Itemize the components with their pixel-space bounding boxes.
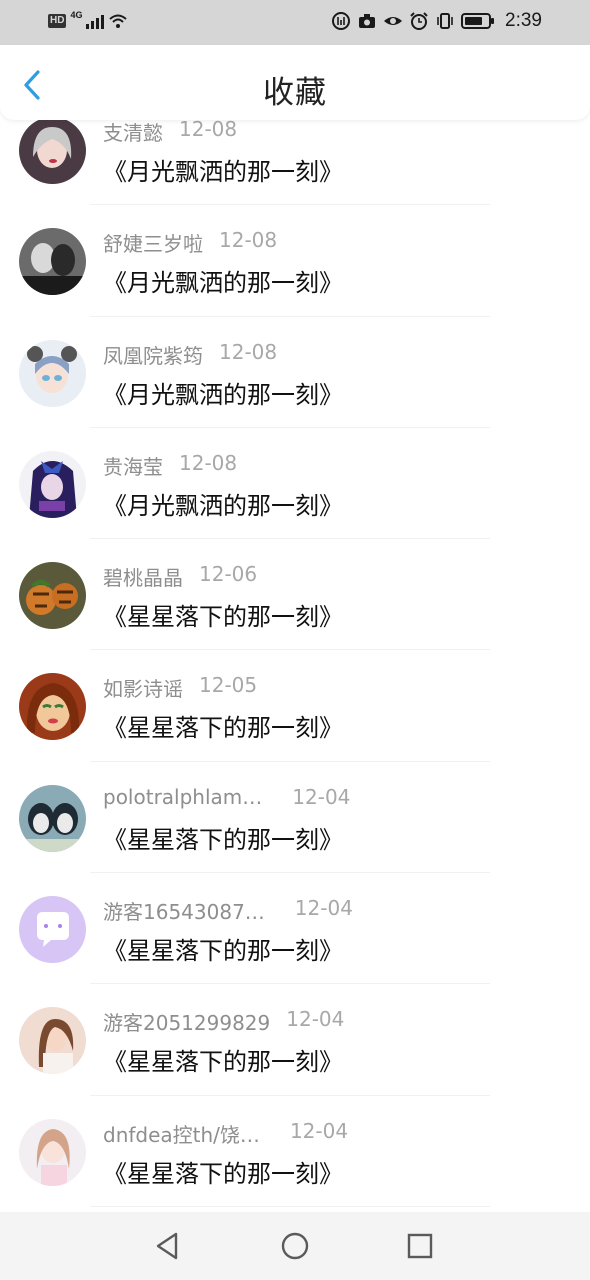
user-name[interactable]: 碧桃晶晶 bbox=[103, 562, 183, 591]
item-date: 12-08 bbox=[179, 117, 238, 141]
work-title[interactable]: 《星星落下的那一刻》 bbox=[103, 1042, 343, 1077]
item-meta: 如影诗谣 12-05 bbox=[103, 673, 257, 701]
user-name[interactable]: dnfdea控th/饶… bbox=[103, 1119, 260, 1148]
data-saver-icon bbox=[332, 12, 351, 30]
avatar[interactable] bbox=[19, 562, 86, 630]
list-item[interactable]: 贵海莹 12-08 《月光飘洒的那一刻》 bbox=[0, 428, 590, 540]
work-title[interactable]: 《星星落下的那一刻》 bbox=[103, 1154, 343, 1189]
hd-badge: HD bbox=[48, 14, 67, 28]
list-item[interactable]: 凤凰院紫筠 12-08 《月光飘洒的那一刻》 bbox=[0, 317, 590, 428]
alarm-icon bbox=[410, 12, 428, 30]
avatar[interactable] bbox=[19, 1118, 86, 1186]
item-date: 12-08 bbox=[219, 228, 278, 253]
user-name[interactable]: 游客2051299829 bbox=[103, 1007, 270, 1036]
work-title[interactable]: 《月光飘洒的那一刻》 bbox=[103, 152, 343, 187]
avatar[interactable] bbox=[19, 339, 86, 407]
work-title[interactable]: 《月光飘洒的那一刻》 bbox=[103, 375, 343, 410]
user-name[interactable]: 贵海莹 bbox=[103, 451, 163, 480]
work-title[interactable]: 《月光飘洒的那一刻》 bbox=[103, 263, 343, 298]
list-item[interactable]: dnfdea控th/饶… 12-04 《星星落下的那一刻》 bbox=[0, 1096, 590, 1207]
work-title[interactable]: 《星星落下的那一刻》 bbox=[103, 708, 343, 743]
status-bar: HD 4G 2:39 bbox=[0, 0, 590, 45]
item-date: 12-04 bbox=[289, 1118, 349, 1143]
avatar[interactable] bbox=[19, 1007, 86, 1075]
list-item[interactable]: 游客16543087… 12-04 《星星落下的那一刻》 bbox=[0, 873, 590, 985]
favorites-list: 支清懿 12-08 《月光飘洒的那一刻》 舒婕三岁啦 12-08 《月光飘洒的那一刻… bbox=[0, 94, 590, 1207]
item-date: 12-04 bbox=[286, 1007, 345, 1032]
work-title[interactable]: 《星星落下的那一刻》 bbox=[103, 931, 343, 966]
user-name[interactable]: 凤凰院紫筠 bbox=[103, 340, 203, 369]
system-nav-bar bbox=[0, 1212, 590, 1280]
item-meta: 凤凰院紫筠 12-08 bbox=[103, 340, 277, 368]
item-meta: 游客2051299829 12-04 bbox=[103, 1007, 344, 1035]
camera-icon bbox=[359, 14, 376, 28]
home-circle-icon[interactable] bbox=[279, 1230, 311, 1262]
item-meta: 碧桃晶晶 12-06 bbox=[103, 562, 257, 590]
item-meta: polotralphlam… 12-04 bbox=[103, 785, 350, 813]
signal-icon bbox=[86, 13, 105, 29]
item-meta: 舒婕三岁啦 12-08 bbox=[103, 228, 277, 256]
avatar[interactable] bbox=[19, 117, 86, 184]
page-title: 收藏 bbox=[263, 75, 327, 111]
item-meta: 游客16543087… 12-04 bbox=[103, 896, 353, 924]
work-title[interactable]: 《星星落下的那一刻》 bbox=[103, 820, 343, 855]
work-title[interactable]: 《月光飘洒的那一刻》 bbox=[103, 486, 343, 521]
user-name[interactable]: 如影诗谣 bbox=[103, 673, 183, 702]
divider bbox=[90, 1205, 490, 1207]
back-triangle-icon[interactable] bbox=[152, 1230, 184, 1262]
network-type: 4G bbox=[70, 10, 83, 20]
clock: 2:39 bbox=[505, 10, 542, 31]
list-item[interactable]: polotralphlam… 12-04 《星星落下的那一刻》 bbox=[0, 762, 590, 874]
header-bar: 收藏 bbox=[0, 45, 590, 120]
item-meta: 支清懿 12-08 bbox=[103, 117, 237, 145]
status-left: HD 4G bbox=[48, 10, 128, 31]
avatar[interactable] bbox=[19, 784, 86, 852]
vibrate-icon bbox=[437, 13, 453, 29]
item-date: 12-08 bbox=[219, 339, 278, 364]
avatar[interactable] bbox=[19, 896, 86, 964]
user-name[interactable]: 支清懿 bbox=[103, 117, 163, 146]
list-item[interactable]: 如影诗谣 12-05 《星星落下的那一刻》 bbox=[0, 650, 590, 762]
item-date: 12-04 bbox=[294, 896, 353, 921]
user-name[interactable]: 游客16543087… bbox=[103, 896, 265, 925]
list-item[interactable]: 游客2051299829 12-04 《星星落下的那一刻》 bbox=[0, 984, 590, 1096]
avatar[interactable] bbox=[19, 450, 86, 518]
item-date: 12-08 bbox=[179, 450, 238, 475]
item-date: 12-04 bbox=[292, 784, 351, 809]
user-name[interactable]: 舒婕三岁啦 bbox=[103, 228, 203, 257]
wifi-icon bbox=[109, 14, 128, 28]
item-date: 12-06 bbox=[199, 562, 258, 587]
status-right: 2:39 bbox=[331, 10, 542, 32]
user-name[interactable]: polotralphlam… bbox=[103, 785, 262, 809]
battery-icon bbox=[461, 13, 495, 29]
item-meta: dnfdea控th/饶… 12-04 bbox=[103, 1119, 348, 1147]
work-title[interactable]: 《星星落下的那一刻》 bbox=[103, 597, 343, 632]
item-date: 12-05 bbox=[199, 673, 258, 698]
avatar[interactable] bbox=[19, 673, 86, 741]
list-item[interactable]: 碧桃晶晶 12-06 《星星落下的那一刻》 bbox=[0, 539, 590, 651]
item-meta: 贵海莹 12-08 bbox=[103, 451, 237, 479]
avatar[interactable] bbox=[19, 228, 86, 296]
recents-square-icon[interactable] bbox=[404, 1230, 436, 1262]
eye-icon bbox=[384, 17, 403, 25]
list-item[interactable]: 舒婕三岁啦 12-08 《月光飘洒的那一刻》 bbox=[0, 205, 590, 317]
